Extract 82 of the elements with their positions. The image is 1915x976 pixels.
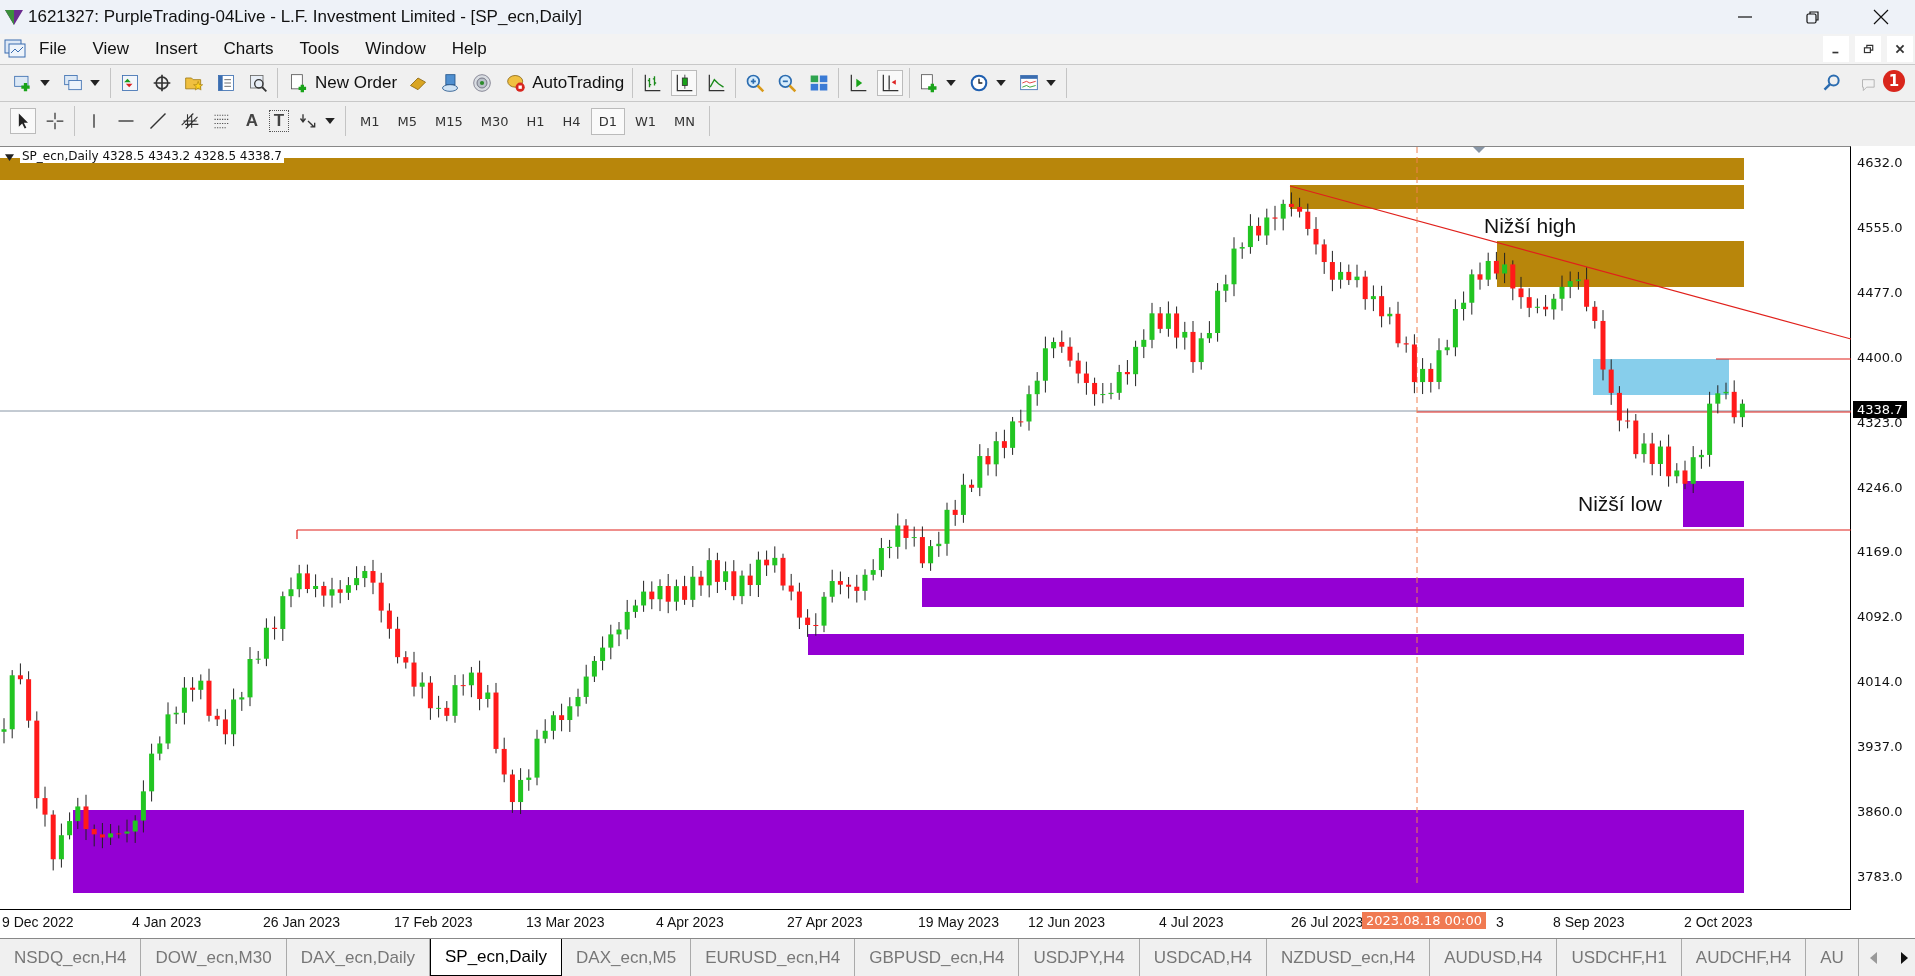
dropdown-arrow-icon[interactable] — [946, 80, 957, 86]
chart-tab[interactable]: DAX_ecn,Daily — [286, 939, 430, 976]
cursor-date-label: 2023.08.18 00:00 — [1362, 912, 1487, 929]
dropdown-arrow-icon[interactable] — [996, 80, 1007, 86]
app-logo-icon — [4, 7, 24, 27]
dropdown-arrow-icon[interactable] — [40, 80, 50, 86]
chart-tab[interactable]: AUDUSD,H4 — [1430, 939, 1558, 976]
chart-tab[interactable]: GBPUSD_ecn,H4 — [855, 939, 1020, 976]
date-label: 4 Jan 2023 — [131, 914, 202, 930]
notification-badge: 1 — [1883, 70, 1905, 92]
menu-item[interactable]: View — [79, 39, 142, 59]
price-label: 4092.0 — [1857, 609, 1903, 625]
menu-item[interactable]: Charts — [210, 39, 287, 59]
date-label: 27 Apr 2023 — [786, 914, 863, 930]
menu-item[interactable]: Help — [438, 39, 500, 59]
current-price-label: 4338.7 — [1853, 401, 1907, 418]
chart-tab[interactable]: EURUSD_ecn,H4 — [691, 939, 856, 976]
collapse-triangle-icon[interactable] — [5, 154, 14, 161]
chart-tab[interactable]: NSDQ_ecn,H4 — [0, 939, 142, 976]
date-label: 2 Oct 2023 — [1683, 914, 1753, 930]
chart-tab[interactable]: DOW_ecn,M30 — [141, 939, 287, 976]
price-label: 4014.0 — [1857, 674, 1903, 690]
chart-tab[interactable]: NZDUSD_ecn,H4 — [1267, 939, 1431, 976]
date-label: 12 Jun 2023 — [1027, 914, 1106, 930]
price-label: 4169.0 — [1857, 544, 1903, 560]
timeframe-button[interactable]: W1 — [626, 107, 665, 135]
timeframe-button[interactable]: D1 — [590, 107, 625, 135]
date-label: 13 Mar 2023 — [525, 914, 605, 930]
price-label: 3937.0 — [1857, 739, 1903, 755]
dropdown-arrow-icon[interactable] — [90, 80, 100, 86]
chart-tab[interactable]: USDJPY,H4 — [1019, 939, 1140, 976]
window-title: 1621327: PurpleTrading-04Live - L.F. Investment Limited - [SP_ecn,Daily] — [28, 7, 583, 27]
text-label-tool[interactable]: T — [269, 110, 289, 132]
close-icon[interactable] — [1887, 36, 1913, 62]
date-label: 4 Jul 2023 — [1158, 914, 1224, 930]
chart-window-icon[interactable] — [4, 38, 26, 60]
chart-tab[interactable]: SP_ecn,Daily — [429, 939, 563, 976]
date-label: 26 Jul 2023 — [1290, 914, 1364, 930]
price-label: 4477.0 — [1857, 284, 1903, 300]
date-label: 26 Jan 2023 — [262, 914, 341, 930]
autotrading-button[interactable]: AutoTrading — [501, 70, 627, 96]
timeframe-button[interactable]: H4 — [554, 107, 589, 135]
text-tool[interactable]: A — [241, 111, 263, 131]
restore-icon[interactable] — [1805, 9, 1821, 25]
timeframe-button[interactable]: M1 — [352, 107, 388, 135]
dropdown-arrow-icon[interactable] — [325, 118, 335, 124]
price-label: 4555.0 — [1857, 219, 1903, 235]
timeframe-button[interactable]: H1 — [518, 107, 553, 135]
price-label: 4632.0 — [1857, 155, 1903, 170]
timeframe-button[interactable]: M30 — [472, 107, 517, 135]
dropdown-arrow-icon[interactable] — [1046, 80, 1057, 86]
chart-tab[interactable]: AU — [1806, 939, 1859, 976]
restore-icon[interactable] — [1855, 36, 1881, 62]
date-label: 8 Sep 2023 — [1552, 914, 1625, 930]
price-label: 3860.0 — [1857, 804, 1903, 819]
menu-item[interactable]: File — [26, 39, 80, 59]
candlestick-icon[interactable] — [671, 70, 698, 96]
chart-tab[interactable]: DAX_ecn,M5 — [562, 939, 692, 976]
date-label: 19 May 2023 — [917, 914, 999, 930]
date-label: 3 — [1495, 914, 1504, 930]
chart-header: SP_ecn,Daily 4328.5 4343.2 4328.5 4338.7 — [20, 149, 284, 163]
chart-tab[interactable]: USDCHF,H1 — [1557, 939, 1682, 976]
menu-item[interactable]: Insert — [141, 39, 211, 59]
annotation-label: Nižší low — [1578, 492, 1662, 516]
chart-shift-icon[interactable] — [877, 70, 904, 96]
price-label: 4400.0 — [1857, 349, 1903, 365]
date-label: 17 Feb 2023 — [393, 914, 473, 930]
date-label: 9 Dec 2022 — [1, 914, 74, 930]
annotation-label: Nižší high — [1484, 214, 1577, 238]
timeframe-button[interactable]: MN — [666, 107, 703, 135]
price-label: 3783.0 — [1857, 868, 1903, 884]
timeframe-button[interactable]: M15 — [427, 107, 471, 135]
chart-tab[interactable]: AUDCHF,H4 — [1681, 939, 1807, 976]
date-label: 4 Apr 2023 — [655, 914, 724, 930]
new-order-button[interactable]: New Order — [284, 70, 400, 96]
menu-item[interactable]: Window — [352, 39, 439, 59]
timeframe-button[interactable]: M5 — [389, 107, 425, 135]
close-icon[interactable] — [1873, 9, 1889, 25]
chart-tab[interactable]: USDCAD,H4 — [1139, 939, 1268, 976]
scroll-right-icon[interactable] — [1898, 951, 1909, 964]
menu-item[interactable]: Tools — [286, 39, 353, 59]
price-label: 4246.0 — [1857, 479, 1903, 495]
